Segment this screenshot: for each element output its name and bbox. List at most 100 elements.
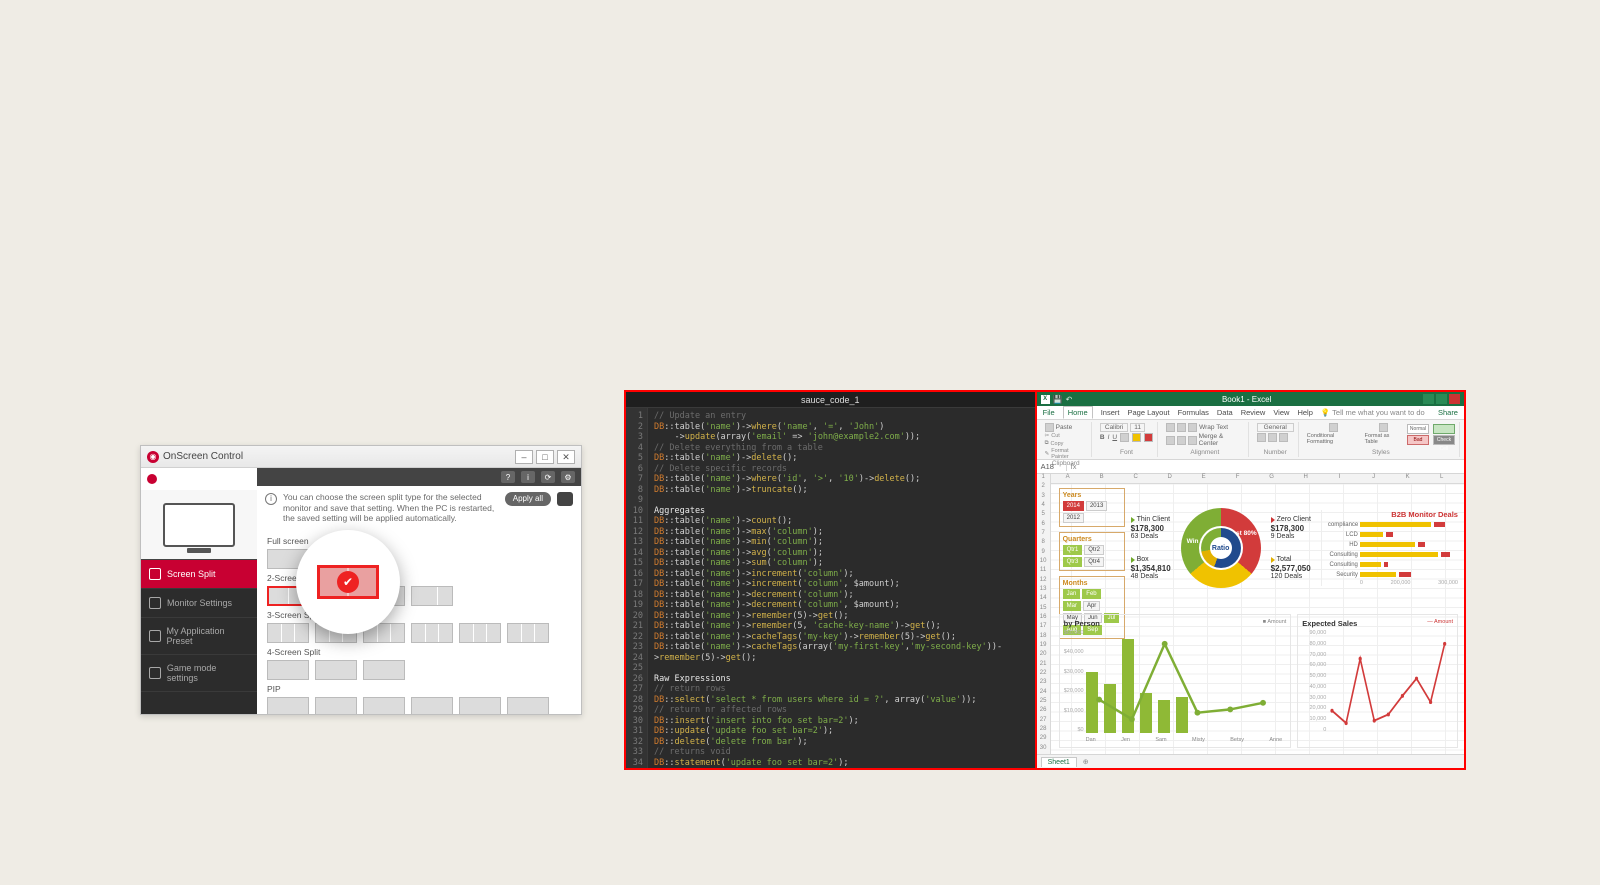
row-headers[interactable]: 1234567891011121314151617181920212223242… (1037, 474, 1051, 754)
excel-titlebar[interactable]: X 💾 ↶ Book1 - Excel (1037, 392, 1464, 406)
magnified-layout-icon: ✔ (317, 565, 379, 599)
name-box[interactable]: A18 (1037, 462, 1067, 471)
nav-label: My Application Preset (167, 626, 249, 646)
titlebar[interactable]: ◉ OnScreen Control – □ ✕ (141, 446, 581, 468)
section-aggregates: Aggregates (654, 506, 705, 516)
save-icon-button[interactable] (557, 492, 573, 506)
check-icon: ✔ (337, 571, 359, 593)
nav-label: Game mode settings (167, 663, 249, 683)
layout-pip-f[interactable] (507, 697, 549, 714)
share-button[interactable]: Share (1438, 408, 1458, 417)
sheet-tab[interactable]: Sheet1 (1041, 757, 1077, 767)
excel-close-button[interactable] (1449, 394, 1460, 404)
new-sheet-button[interactable]: ⊕ (1077, 758, 1095, 766)
brand-dot-icon (147, 474, 157, 484)
style-bad[interactable]: Bad (1407, 435, 1429, 445)
formula-bar[interactable]: A18 fx (1037, 460, 1464, 474)
excel-maximize-button[interactable] (1436, 394, 1447, 404)
border-icon[interactable] (1120, 433, 1129, 442)
slicer-years[interactable]: Years 2014 2013 2012 (1059, 488, 1125, 527)
excel-minimize-button[interactable] (1423, 394, 1434, 404)
paste-icon[interactable] (1045, 423, 1054, 432)
nav-monitor-settings[interactable]: Monitor Settings (141, 589, 257, 618)
layout-2-d[interactable] (411, 586, 453, 606)
tab-home[interactable]: Home (1063, 406, 1093, 419)
style-check[interactable]: Check Cell (1433, 435, 1455, 445)
layout-4-c[interactable] (363, 660, 405, 680)
split-screen-demo: sauce_code_1 1 2 3 4 5 6 7 8 9 10 11 12 … (624, 390, 1466, 770)
dashboard: Years 2014 2013 2012 Quarters Qtr1 Qtr2 … (1059, 488, 1458, 748)
info-button[interactable]: i (521, 471, 535, 483)
tri-icon (1271, 557, 1275, 563)
layout-4-a[interactable] (267, 660, 309, 680)
info-icon: i (265, 493, 277, 505)
minimize-button[interactable]: – (515, 450, 533, 464)
layout-3-f[interactable] (507, 623, 549, 643)
help-button[interactable]: ? (501, 471, 515, 483)
gear-icon (149, 597, 161, 609)
tab-data[interactable]: Data (1217, 408, 1233, 417)
donut-chart[interactable]: Win 50% Lost 80% Ratio (1181, 508, 1261, 588)
close-button[interactable]: ✕ (557, 450, 575, 464)
brand-row (141, 468, 257, 490)
layout-3-e[interactable] (459, 623, 501, 643)
monitor-icon (163, 503, 235, 547)
fill-icon[interactable] (1132, 433, 1141, 442)
qat-undo-icon[interactable]: ↶ (1066, 395, 1073, 404)
tab-formulas[interactable]: Formulas (1178, 408, 1209, 417)
tab-file[interactable]: File (1043, 408, 1055, 417)
align-icon[interactable] (1166, 423, 1175, 432)
b2b-bar-card: B2B Monitor Deals compliance LCD HD Cons… (1321, 510, 1458, 586)
toolbar: ? i ⟳ ⚙ (257, 468, 581, 486)
layout-pip-c[interactable] (363, 697, 405, 714)
format-table-icon[interactable] (1379, 423, 1388, 432)
tab-help[interactable]: Help (1297, 408, 1312, 417)
editor-tab[interactable]: sauce_code_1 (626, 392, 1035, 408)
tab-pagelayout[interactable]: Page Layout (1127, 408, 1169, 417)
gamepad-icon (149, 667, 161, 679)
monitor-preview (141, 490, 257, 560)
slicer-quarters[interactable]: Quarters Qtr1 Qtr2 Qtr3 Qtr4 (1059, 532, 1125, 571)
tab-view[interactable]: View (1273, 408, 1289, 417)
layout-4-b[interactable] (315, 660, 357, 680)
code-editor-window: sauce_code_1 1 2 3 4 5 6 7 8 9 10 11 12 … (626, 392, 1037, 768)
settings-button[interactable]: ⚙ (561, 471, 575, 483)
tab-insert[interactable]: Insert (1101, 408, 1120, 417)
sidebar: Screen Split Monitor Settings My Applica… (141, 468, 257, 714)
tell-me[interactable]: 💡 Tell me what you want to do (1321, 408, 1425, 417)
group-alignment: Wrap Text Merge & Center Alignment (1162, 422, 1249, 457)
group-number: General Number (1253, 422, 1299, 457)
column-headers[interactable]: ABCDEFGHIJKL (1051, 474, 1464, 484)
code-area[interactable]: // Update an entry DB::table('name')->wh… (648, 408, 1035, 768)
excel-window: X 💾 ↶ Book1 - Excel File Home Insert Pag… (1037, 392, 1464, 768)
fx-icon[interactable]: fx (1067, 462, 1081, 471)
tab-review[interactable]: Review (1241, 408, 1266, 417)
apply-all-button[interactable]: Apply all (505, 492, 551, 506)
nav-app-preset[interactable]: My Application Preset (141, 618, 257, 655)
nav-game-mode[interactable]: Game mode settings (141, 655, 257, 692)
layout-pip-b[interactable] (315, 697, 357, 714)
refresh-button[interactable]: ⟳ (541, 471, 555, 483)
style-normal[interactable]: Normal (1407, 424, 1429, 434)
info-bar: i You can choose the screen split type f… (257, 486, 581, 530)
editor-body[interactable]: 1 2 3 4 5 6 7 8 9 10 11 12 13 14 15 16 1… (626, 408, 1035, 768)
qat-save-icon[interactable]: 💾 (1053, 395, 1063, 404)
layout-pip-a[interactable] (267, 697, 309, 714)
layout-3-d[interactable] (411, 623, 453, 643)
layout-pip-e[interactable] (459, 697, 501, 714)
cond-format-icon[interactable] (1329, 423, 1338, 432)
nav-label: Monitor Settings (167, 598, 232, 608)
maximize-button[interactable]: □ (536, 450, 554, 464)
excel-icon: X (1041, 395, 1050, 404)
expected-sales-chart[interactable]: Expected Sales — Amount 90,00080,00070,0… (1297, 614, 1458, 748)
tri-icon (1271, 517, 1275, 523)
font-color-icon[interactable] (1144, 433, 1153, 442)
excel-window-title: Book1 - Excel (1222, 395, 1271, 404)
layout-pip-d[interactable] (411, 697, 453, 714)
by-person-chart[interactable]: by Person ■ Amount $60,000$40,000$30,000… (1059, 614, 1292, 748)
info-message: You can choose the screen split type for… (283, 492, 499, 524)
nav-screen-split[interactable]: Screen Split (141, 560, 257, 589)
worksheet[interactable]: ABCDEFGHIJKL 123456789101112131415161718… (1037, 474, 1464, 754)
style-good[interactable] (1433, 424, 1455, 434)
layout-3-a[interactable] (267, 623, 309, 643)
